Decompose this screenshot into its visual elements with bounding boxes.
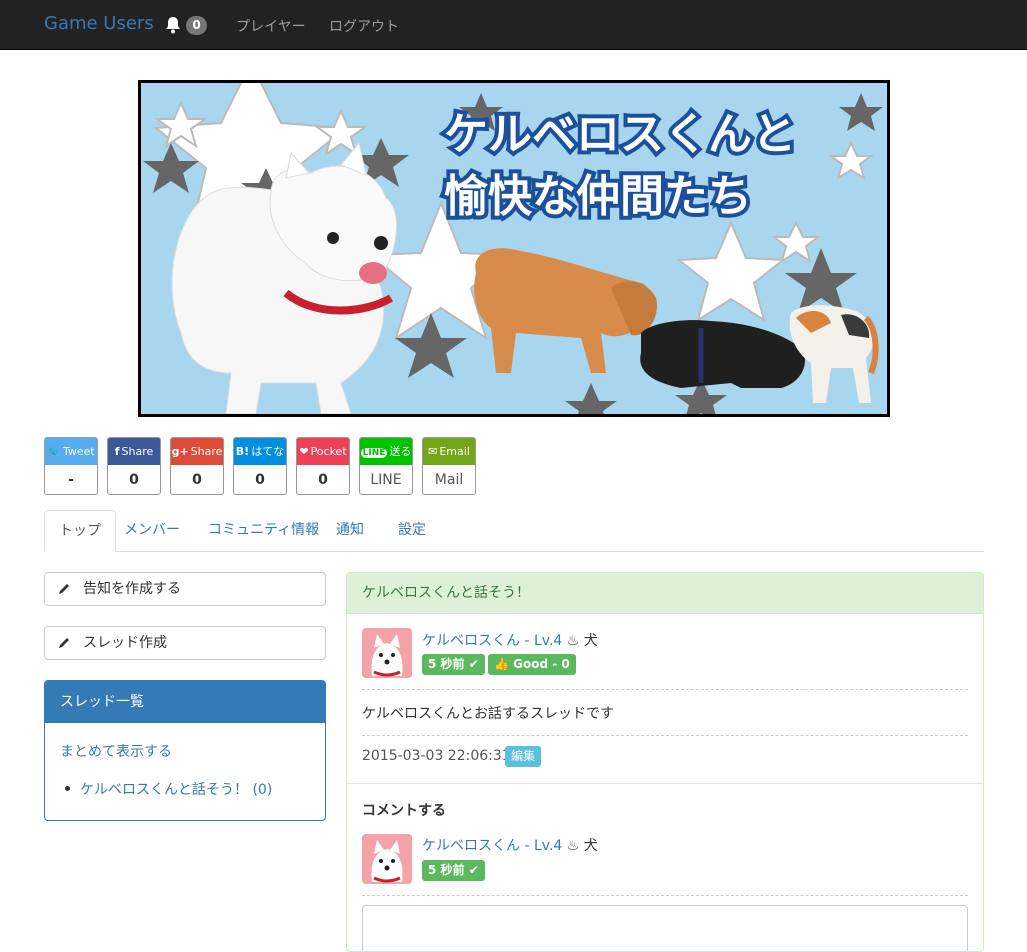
create-notice-label: 告知を作成する xyxy=(83,581,181,597)
hatena-icon: B! xyxy=(235,445,250,458)
share-pocket-button[interactable]: ❤ Pocket 0 xyxy=(296,437,350,495)
avatar[interactable] xyxy=(362,834,412,884)
share-count: - xyxy=(68,472,74,488)
share-count: Mail xyxy=(434,472,464,488)
share-label: Email xyxy=(439,445,470,458)
share-line-button[interactable]: LINE 送る LINE xyxy=(359,437,413,495)
edit-button[interactable]: 編集 xyxy=(505,746,542,767)
time-badge: 5 秒前 ✔ xyxy=(422,654,485,675)
share-label: Tweet xyxy=(62,445,95,458)
time-badge: 5 秒前 ✔ xyxy=(422,860,485,881)
show-all-link[interactable]: まとめて表示する xyxy=(60,741,172,761)
thread-title: ケルベロスくんと話そう！ xyxy=(347,573,983,614)
user-link[interactable]: ケルベロスくん - Lv.4 xyxy=(422,633,562,649)
good-button[interactable]: 👍 Good - 0 xyxy=(488,654,576,675)
tab-members[interactable]: メンバー xyxy=(110,510,194,552)
pencil-icon xyxy=(59,584,69,594)
bullet xyxy=(65,785,70,791)
share-email-button[interactable]: ✉ Email Mail xyxy=(422,437,476,495)
email-icon: ✉ xyxy=(428,445,438,458)
nav-logout-link[interactable]: ログアウト xyxy=(329,16,399,36)
thread-list-title: スレッド一覧 xyxy=(45,681,325,723)
tab-notifications[interactable]: 通知 xyxy=(322,510,378,552)
share-hatena-button[interactable]: B! はてな 0 xyxy=(233,437,287,495)
share-count: 0 xyxy=(318,472,328,488)
share-label: Share xyxy=(121,445,154,458)
share-label: 送る xyxy=(389,445,412,458)
flame-icon: ♨ xyxy=(566,633,580,649)
thread-count[interactable]: (0) xyxy=(252,782,272,798)
thread-list-panel: スレッド一覧 まとめて表示する ケルベロスくんと話そう！ (0) xyxy=(44,680,326,821)
tab-community-info[interactable]: コミュニティ情報 xyxy=(194,510,333,552)
thread-panel: ケルベロスくんと話そう！ ケルベロスくん - Lv.4 ♨ 犬 5 秒前 ✔ 👍… xyxy=(346,572,984,952)
nav-players-link[interactable]: プレイヤー xyxy=(236,16,306,36)
divider xyxy=(347,783,983,784)
twitter-icon: 🐦 xyxy=(47,445,61,458)
share-facebook-button[interactable]: f Share 0 xyxy=(107,437,161,495)
community-tabs: トップ メンバー コミュニティ情報 通知 設定 xyxy=(44,510,984,552)
share-label: Share xyxy=(190,445,223,458)
list-item: ケルベロスくんと話そう！ (0) xyxy=(65,779,272,799)
tab-settings[interactable]: 設定 xyxy=(384,510,440,552)
post-date: 2015-03-03 22:06:31 xyxy=(362,748,511,764)
user-tag: 犬 xyxy=(583,838,598,854)
create-notice-button[interactable]: 告知を作成する xyxy=(44,572,326,606)
share-googleplus-button[interactable]: g+ Share 0 xyxy=(170,437,224,495)
divider xyxy=(362,895,968,896)
share-label: はてな xyxy=(251,445,285,458)
pencil-icon xyxy=(59,638,69,648)
create-thread-button[interactable]: スレッド作成 xyxy=(44,626,326,660)
create-thread-label: スレッド作成 xyxy=(83,635,167,651)
svg-text:愉快な仲間たち: 愉快な仲間たち xyxy=(444,172,752,221)
navbar: Game Users 0 プレイヤー ログアウト xyxy=(0,0,1027,50)
facebook-icon: f xyxy=(114,445,120,458)
comment-heading: コメントする xyxy=(362,803,446,819)
flame-icon: ♨ xyxy=(566,838,580,854)
tab-top[interactable]: トップ xyxy=(44,510,116,552)
comment-user: ケルベロスくん - Lv.4 ♨ 犬 xyxy=(422,835,598,855)
share-label: Pocket xyxy=(310,445,347,458)
share-count: 0 xyxy=(255,472,265,488)
bell-icon[interactable] xyxy=(165,16,181,34)
comment-textarea[interactable] xyxy=(362,905,968,951)
share-count: LINE xyxy=(370,472,402,488)
brand-link[interactable]: Game Users xyxy=(44,13,154,34)
share-count: 0 xyxy=(192,472,202,488)
avatar[interactable] xyxy=(362,628,412,678)
post-user: ケルベロスくん - Lv.4 ♨ 犬 xyxy=(422,630,598,650)
divider xyxy=(362,735,968,736)
community-banner: ケルベロスくんと ケルベロスくんと 愉快な仲間たち 愉快な仲間たち xyxy=(138,80,890,417)
post-body: ケルベロスくんとお話するスレッドです xyxy=(362,706,614,722)
user-link[interactable]: ケルベロスくん - Lv.4 xyxy=(422,838,562,854)
pocket-icon: ❤ xyxy=(299,445,309,458)
share-count: 0 xyxy=(129,472,139,488)
user-tag: 犬 xyxy=(583,633,598,649)
thread-link[interactable]: ケルベロスくんと話そう！ xyxy=(80,782,248,798)
line-icon: LINE xyxy=(360,448,388,458)
divider xyxy=(362,689,968,690)
svg-text:ケルベロスくんと: ケルベロスくんと xyxy=(444,110,796,159)
googleplus-icon: g+ xyxy=(171,445,189,458)
share-twitter-button[interactable]: 🐦 Tweet - xyxy=(44,437,98,495)
notification-badge[interactable]: 0 xyxy=(186,16,207,35)
